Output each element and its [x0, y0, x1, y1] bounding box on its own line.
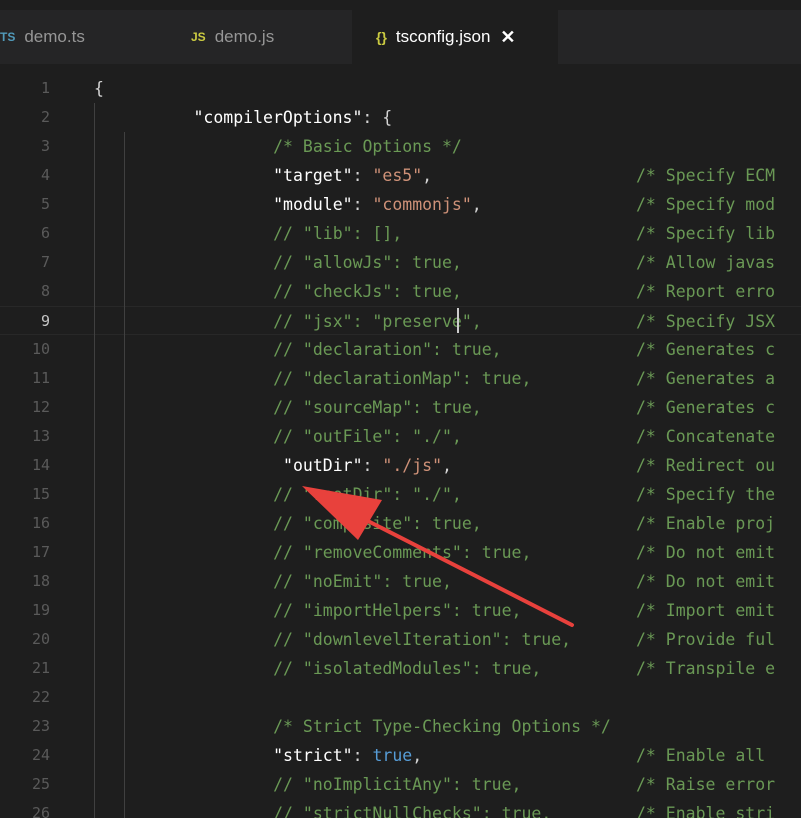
annotation-arrow: [302, 486, 574, 627]
